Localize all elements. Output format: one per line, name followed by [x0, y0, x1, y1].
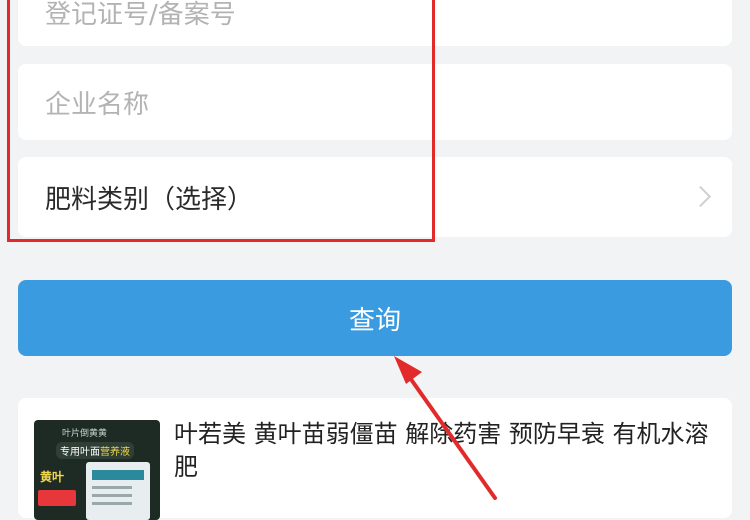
registration-number-input[interactable]: 登记证号/备案号	[18, 0, 732, 46]
chevron-right-icon	[689, 185, 712, 208]
thumbnail-red-tag	[38, 490, 76, 506]
product-title[interactable]: 叶若美 黄叶苗弱僵苗 解除药害 预防早衰 有机水溶肥	[174, 418, 720, 484]
fertilizer-category-select[interactable]: 肥料类别（选择）	[18, 157, 732, 237]
fertilizer-category-label: 肥料类别（选择）	[45, 184, 254, 215]
company-name-input[interactable]: 企业名称	[18, 64, 732, 140]
product-card[interactable]: 叶片倒黄黄 专用叶面营养液 黄叶 叶若美 黄叶苗弱僵苗 解除药害 预防早衰 有机…	[18, 398, 732, 520]
product-package-image	[86, 462, 150, 520]
thumbnail-tag: 黄叶	[40, 470, 65, 484]
thumbnail-badge: 专用叶面营养液	[56, 442, 134, 459]
query-button[interactable]: 查询	[18, 280, 732, 356]
company-name-placeholder: 企业名称	[45, 89, 150, 120]
product-thumbnail[interactable]: 叶片倒黄黄 专用叶面营养液 黄叶	[34, 420, 160, 520]
thumbnail-caption: 叶片倒黄黄	[62, 429, 108, 439]
registration-number-placeholder: 登记证号/备案号	[45, 0, 236, 30]
